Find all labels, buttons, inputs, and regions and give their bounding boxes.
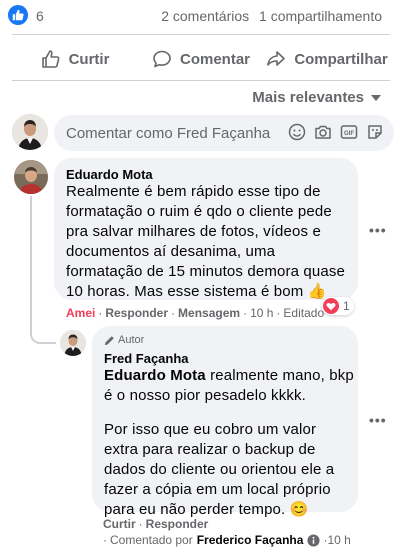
more-options-icon[interactable]: ••• [369, 222, 387, 238]
divider [12, 34, 390, 35]
comment-text-line: documentos aí desanima, uma [66, 243, 276, 260]
love-reaction-link[interactable]: Amei [66, 306, 95, 320]
reply-text-line: fazer a cópia em um local próprio [104, 481, 331, 498]
comment-text-line: formatação de 15 minutos demora quase [66, 263, 346, 280]
camera-icon[interactable] [310, 123, 336, 141]
message-link[interactable]: Mensagem [178, 306, 240, 320]
info-icon[interactable] [307, 533, 320, 547]
reply-text-line: Por isso que eu cobro um valor [104, 421, 317, 438]
like-link[interactable]: Curtir [103, 517, 136, 531]
comment-text: Realmente é bem rápido esse tipo de form… [66, 182, 356, 302]
share-arrow-icon [267, 51, 286, 66]
emoji-icon[interactable] [284, 123, 310, 141]
divider [12, 80, 390, 81]
comment-input[interactable]: Comentar como Fred Façanha [66, 125, 270, 142]
share-button[interactable]: Compartilhar [264, 42, 390, 76]
comment-text-line: pra salvar milhares de fotos, vídeos e [66, 223, 321, 240]
pencil-icon [104, 335, 114, 345]
avatar[interactable] [14, 160, 48, 194]
reply-text-line: extra para realizar o backup de [104, 441, 316, 458]
avatar[interactable] [12, 114, 48, 150]
author-badge: Autor [104, 334, 144, 346]
comment-sort-dropdown[interactable]: Mais relevantes [252, 89, 382, 106]
sort-label: Mais relevantes [252, 89, 364, 106]
composer-tools: GIF [284, 123, 388, 141]
svg-text:GIF: GIF [344, 131, 354, 137]
comment-reactions[interactable]: 1 [322, 297, 354, 315]
comment-text-line: 10 horas. Mas esse sistema é bom 👍 [66, 283, 327, 300]
comment-author[interactable]: Eduardo Mota [66, 167, 153, 182]
comment-timestamp[interactable]: 10 h [250, 306, 273, 320]
commented-by-label: Comentado por [110, 533, 193, 547]
edited-label: Editado [283, 306, 325, 320]
avatar[interactable] [60, 330, 86, 356]
gif-icon[interactable]: GIF [336, 123, 362, 141]
caret-down-icon [371, 94, 381, 101]
comment-button-label: Comentar [179, 50, 250, 68]
reply-text-line: Eduardo Mota realmente mano, bkp [104, 367, 354, 384]
shares-count-link[interactable]: 1 compartilhamento [259, 8, 382, 24]
reply-link[interactable]: Responder [146, 517, 209, 531]
post-actions: Curtir Comentar Compartilhar [12, 42, 390, 76]
mention-link[interactable]: Eduardo Mota [104, 367, 206, 384]
reply-timestamp[interactable]: 10 h [327, 533, 350, 547]
thumbs-up-icon [41, 50, 60, 68]
comment-text-line: formatação o ruim é qdo o cliente pede [66, 203, 332, 220]
reply-bubble: Autor Fred Façanha Eduardo Mota realment… [92, 326, 358, 518]
comment-actions: Amei · Responder · Mensagem · 10 h · Editado [66, 306, 325, 320]
reply-text: Eduardo Mota realmente mano, bkp é o nos… [104, 366, 354, 520]
share-button-label: Compartilhar [294, 50, 388, 68]
smile-emoji: 😊 [289, 501, 309, 518]
comment-composer[interactable]: Comentar como Fred Façanha GIF [54, 115, 394, 151]
reply-actions: Curtir · Responder [103, 517, 209, 531]
speech-bubble-icon [153, 50, 171, 68]
author-badge-label: Autor [118, 334, 145, 346]
like-count[interactable]: 6 [36, 8, 44, 24]
like-button[interactable]: Curtir [12, 42, 138, 76]
more-options-icon[interactable]: ••• [369, 412, 387, 428]
comment-text-line: Realmente é bem rápido esse tipo de [66, 183, 321, 200]
comment-bubble: Eduardo Mota Realmente é bem rápido esse… [54, 158, 358, 300]
reaction-stats-bar: 6 2 comentários 1 compartilhamento [0, 0, 402, 34]
love-reaction-icon [323, 298, 339, 314]
like-reaction-icon[interactable] [8, 5, 28, 25]
reaction-count: 1 [343, 299, 350, 313]
like-button-label: Curtir [68, 50, 110, 68]
reply-text-line: dados do cliente ou orientou ele a [104, 461, 335, 478]
reply-text-line: é o nosso pior pesadelo kkkk. [104, 387, 306, 404]
sticker-icon[interactable] [362, 123, 388, 141]
reply-link[interactable]: Responder [105, 306, 168, 320]
commented-by-author[interactable]: Frederico Façanha [197, 533, 304, 547]
comments-count-link[interactable]: 2 comentários [161, 8, 249, 24]
comment-button[interactable]: Comentar [138, 42, 264, 76]
thread-connector [30, 196, 56, 344]
reply-author[interactable]: Fred Façanha [104, 351, 189, 366]
commented-by-footer: · Comentado por Frederico Façanha · 10 h [103, 533, 351, 547]
